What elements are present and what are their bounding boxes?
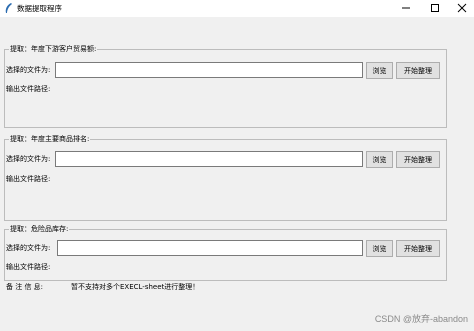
file-path-input[interactable]	[57, 240, 363, 256]
start-button[interactable]: 开始整理	[396, 62, 440, 79]
section-title: 提取：年度主要商品排名:	[9, 134, 91, 144]
window-title: 数据提取程序	[17, 4, 62, 13]
output-path-label: 输出文件路径:	[6, 263, 51, 271]
section-hazardous-inventory: 提取：危险品库存: 选择的文件为: 浏览 开始整理 输出文件路径:	[4, 224, 447, 281]
output-path-label: 输出文件路径:	[6, 85, 51, 93]
browse-button[interactable]: 浏览	[366, 240, 393, 257]
title-bar: 数据提取程序	[0, 0, 474, 17]
minimize-button[interactable]	[392, 0, 420, 17]
close-icon	[457, 3, 467, 15]
note-label: 备 注 信 息:	[6, 283, 44, 291]
browse-button[interactable]: 浏览	[366, 62, 393, 79]
section-downstream-customers: 提取：年度下游客户贸易额: 选择的文件为: 浏览 开始整理 输出文件路径:	[4, 44, 447, 128]
file-label: 选择的文件为:	[6, 155, 51, 163]
maximize-icon	[430, 3, 440, 15]
section-title: 提取：年度下游客户贸易额:	[9, 44, 98, 54]
browse-button[interactable]: 浏览	[366, 151, 393, 168]
section-title: 提取：危险品库存:	[9, 224, 70, 234]
maximize-button[interactable]	[421, 0, 449, 17]
note-text: 暂不支持对多个EXECL-sheet进行整理！	[71, 283, 200, 291]
section-main-products: 提取：年度主要商品排名: 选择的文件为: 浏览 开始整理 输出文件路径:	[4, 134, 447, 221]
output-path-label: 输出文件路径:	[6, 175, 51, 183]
watermark: CSDN @放弃-abandon	[374, 314, 468, 324]
close-button[interactable]	[448, 0, 474, 17]
minimize-icon	[401, 3, 411, 15]
start-button[interactable]: 开始整理	[396, 240, 440, 257]
start-button[interactable]: 开始整理	[396, 151, 440, 168]
file-path-input[interactable]	[55, 62, 363, 78]
file-path-input[interactable]	[55, 151, 363, 167]
file-label: 选择的文件为:	[6, 66, 51, 74]
feather-icon	[4, 3, 13, 16]
file-label: 选择的文件为:	[6, 244, 51, 252]
